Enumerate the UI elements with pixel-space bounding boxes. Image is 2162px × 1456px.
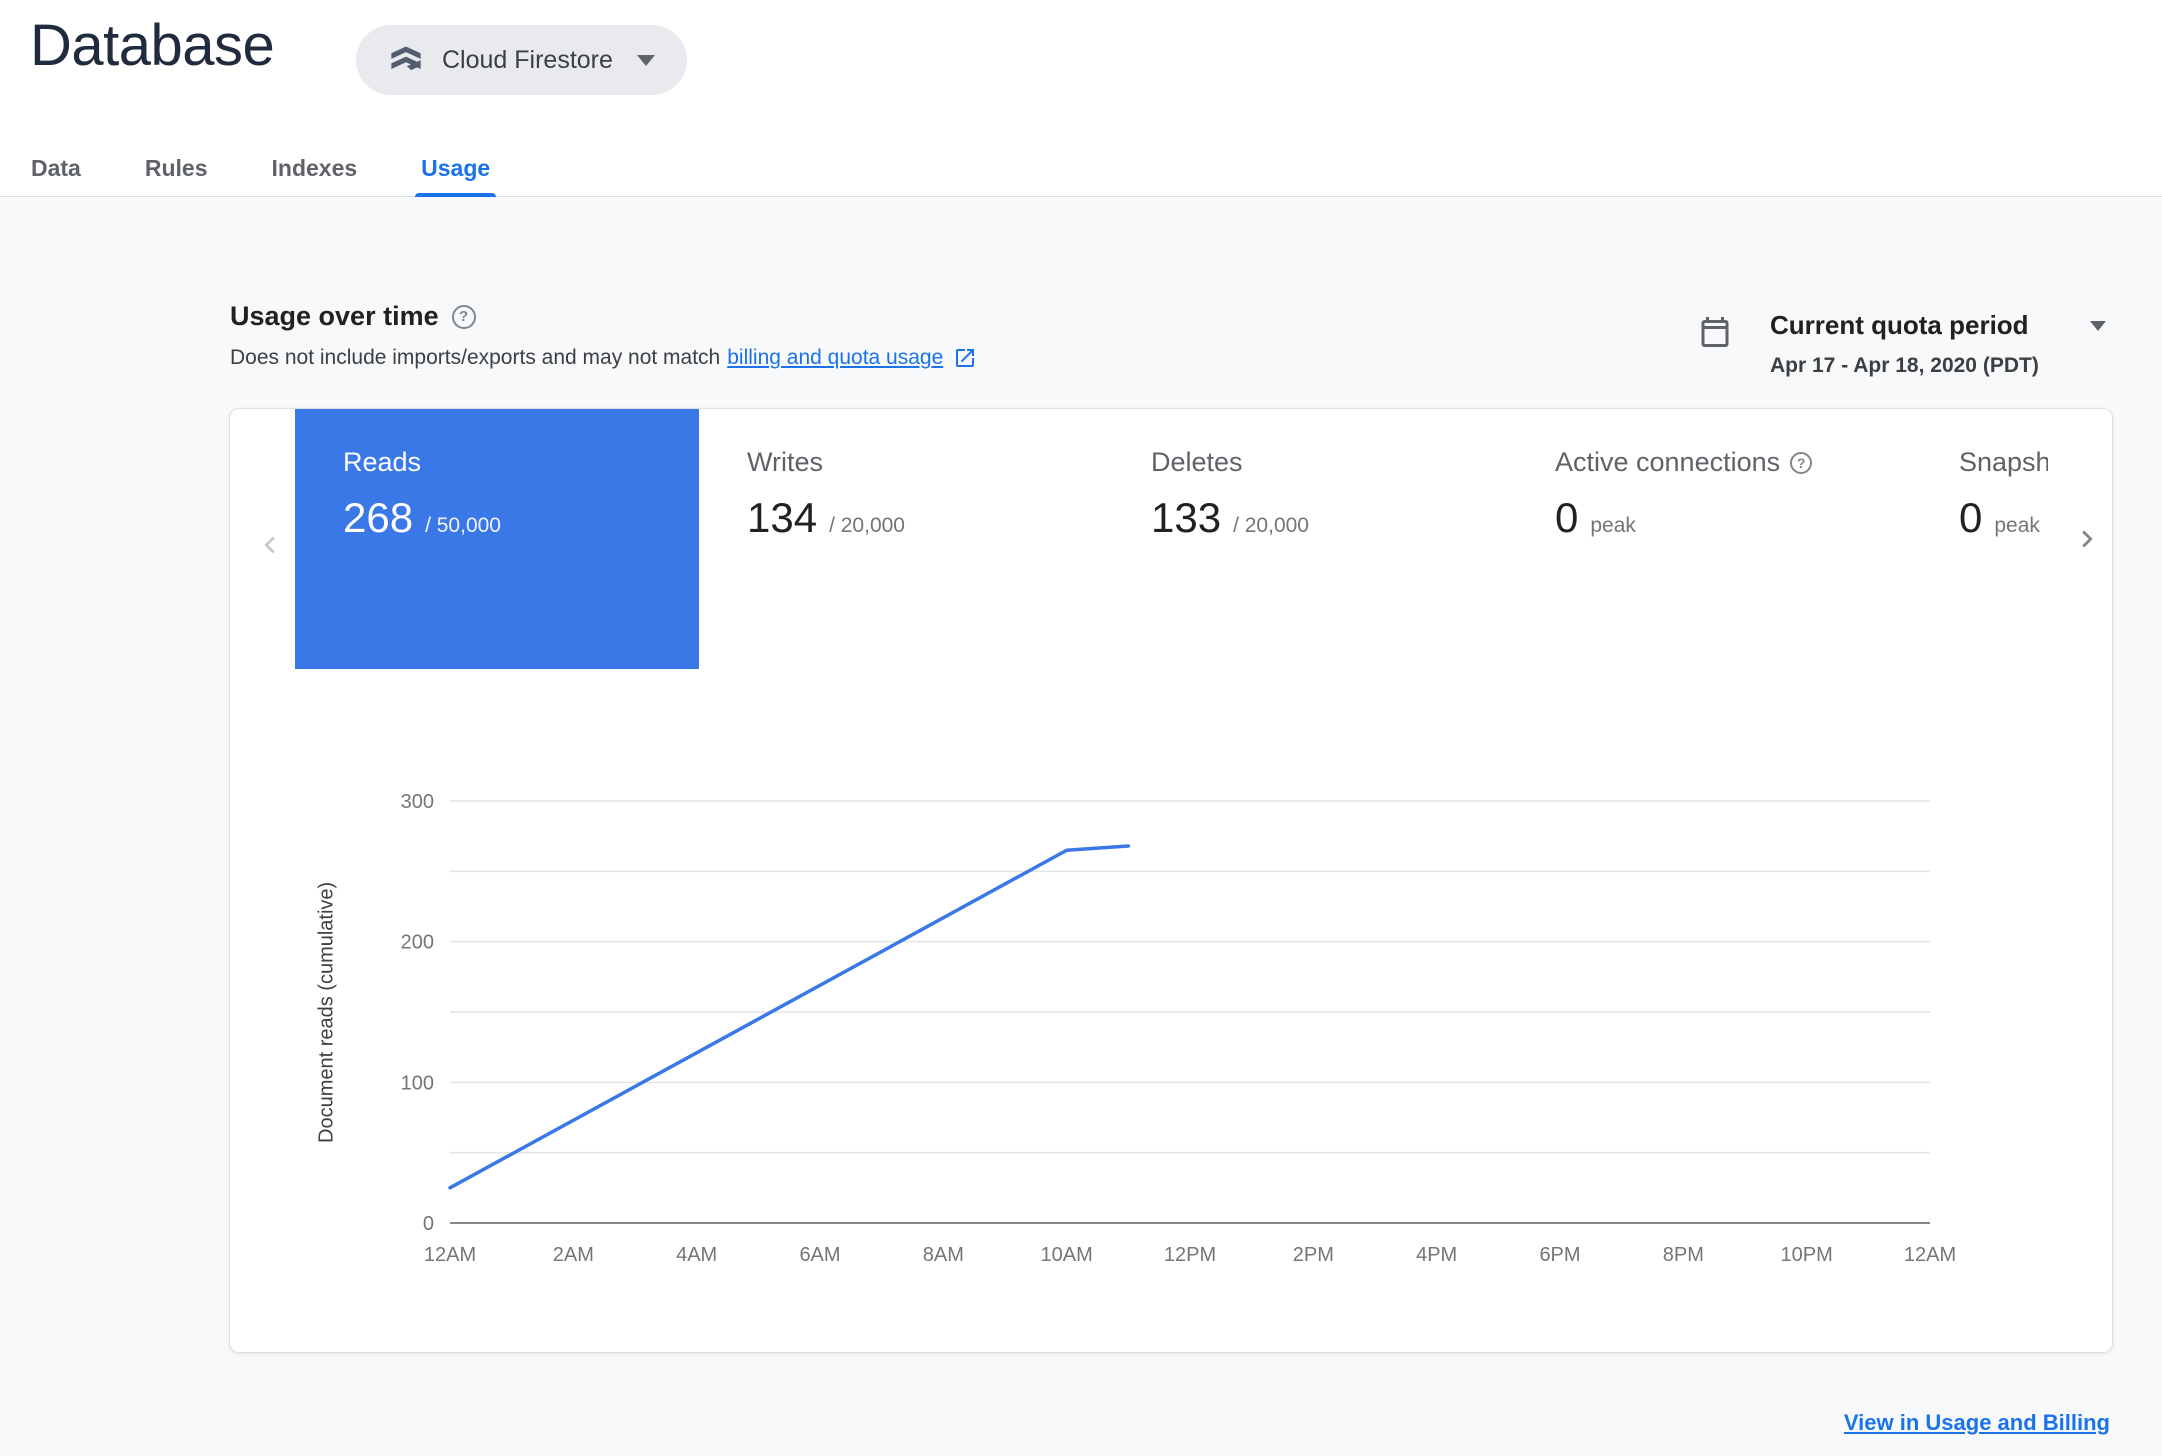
metric-label: Reads [343,447,699,478]
firestore-usage-page: Database Cloud Firestore Data Rules Inde… [0,0,2162,1456]
metric-label: Writes [747,447,1103,478]
svg-text:10PM: 10PM [1781,1244,1833,1266]
metric-value: 268 [343,494,414,541]
help-icon[interactable]: ? [451,304,476,329]
metric-tile-writes[interactable]: Writes 134 / 20,000 [699,409,1103,669]
metric-denominator: / 20,000 [829,514,905,537]
scroll-right-overlay [2048,409,2112,669]
view-usage-and-billing-link[interactable]: View in Usage and Billing [1844,1410,2110,1436]
svg-text:8PM: 8PM [1663,1244,1704,1266]
chevron-down-icon [2090,320,2106,331]
y-axis-label: Document reads (cumulative) [315,881,338,1143]
svg-text:8AM: 8AM [923,1244,964,1266]
metric-label-text: Writes [747,447,824,477]
billing-and-quota-usage-link[interactable]: billing and quota usage [727,346,943,370]
tab-indicator [415,193,497,197]
svg-text:100: 100 [401,1072,434,1094]
product-selector-dropdown[interactable]: Cloud Firestore [356,25,687,95]
svg-text:12AM: 12AM [424,1244,476,1266]
tab-rules-label: Rules [144,154,208,181]
help-icon[interactable]: ? [1790,451,1813,474]
usage-subtitle: Does not include imports/exports and may… [230,346,977,370]
quota-period-text: Current quota period Apr 17 - Apr 18, 20… [1770,310,2106,378]
metric-values: 133 / 20,000 [1151,494,1507,542]
calendar-icon [1697,314,1733,378]
open-in-new-icon[interactable] [953,346,977,370]
tab-data-label: Data [31,154,81,181]
metric-value: 0 [1959,494,1983,541]
metric-tile-deletes[interactable]: Deletes 133 / 20,000 [1103,409,1507,669]
metric-denominator: peak [1590,514,1636,537]
svg-text:6PM: 6PM [1539,1244,1580,1266]
metric-value: 0 [1555,494,1579,541]
svg-text:2PM: 2PM [1293,1244,1334,1266]
svg-text:4PM: 4PM [1416,1244,1457,1266]
product-selector-label: Cloud Firestore [442,45,613,74]
metric-label-text: Active connections [1555,447,1781,477]
usage-over-time-heading: Usage over time ? [230,301,476,332]
metric-label-text: Deletes [1151,447,1243,477]
scroll-left-button[interactable] [248,523,292,567]
tab-rules[interactable]: Rules [145,140,208,196]
tab-usage-label: Usage [421,154,491,181]
metric-value: 133 [1151,494,1222,541]
metric-values: 134 / 20,000 [747,494,1103,542]
svg-text:6AM: 6AM [799,1244,840,1266]
metric-tile-reads[interactable]: Reads 268 / 50,000 [295,409,699,669]
subtitle-text: Does not include imports/exports and may… [230,346,721,369]
metric-tile-active-connections[interactable]: Active connections ? 0 peak [1507,409,1911,669]
metric-denominator: peak [1994,514,2040,537]
chevron-down-icon [636,54,655,66]
svg-text:12PM: 12PM [1164,1244,1216,1266]
svg-text:12AM: 12AM [1904,1244,1956,1266]
tab-bar: Data Rules Indexes Usage [0,140,2162,197]
page-title: Database [30,13,275,78]
tab-data[interactable]: Data [31,140,81,196]
chevron-left-icon [264,536,275,554]
tab-indexes[interactable]: Indexes [272,140,358,196]
svg-text:0: 0 [423,1213,434,1235]
quota-period-label: Current quota period [1770,310,2029,340]
chevron-right-icon[interactable] [2070,522,2104,556]
metric-denominator: / 50,000 [425,514,501,537]
tab-usage[interactable]: Usage [415,140,497,197]
metric-value: 134 [747,494,818,541]
tab-indexes-label: Indexes [271,154,358,181]
metric-values: 268 / 50,000 [343,494,699,542]
usage-card: Reads 268 / 50,000 Writes 134 / 20,000 D… [229,408,2113,1353]
svg-text:2AM: 2AM [553,1244,594,1266]
metric-values: 0 peak [1555,494,1911,542]
cloud-firestore-icon [388,42,424,78]
svg-text:10AM: 10AM [1041,1244,1093,1266]
svg-text:4AM: 4AM [676,1244,717,1266]
svg-text:300: 300 [401,791,434,813]
metric-denominator: / 20,000 [1233,514,1309,537]
quota-period-selector[interactable]: Current quota period Apr 17 - Apr 18, 20… [1697,310,2106,378]
metric-label: Active connections ? [1555,447,1911,478]
metric-label: Deletes [1151,447,1507,478]
usage-over-time-title: Usage over time [230,301,439,331]
svg-text:200: 200 [401,932,434,954]
metric-label-text: Reads [343,447,422,477]
quota-period-range: Apr 17 - Apr 18, 2020 (PDT) [1770,354,2039,377]
